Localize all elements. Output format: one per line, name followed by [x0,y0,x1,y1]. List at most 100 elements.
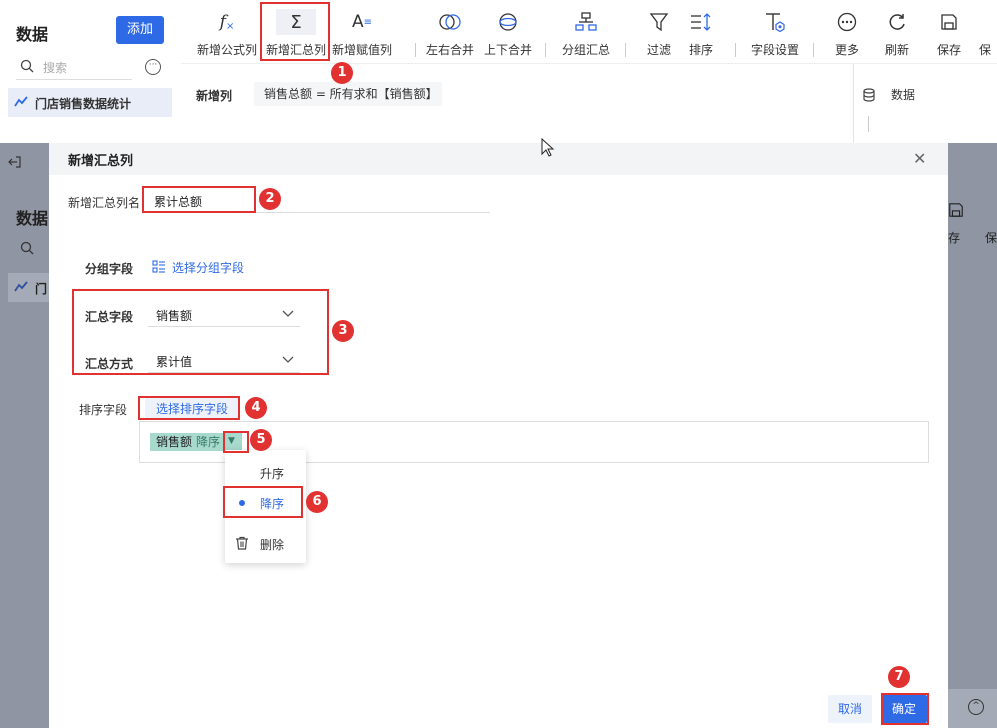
summary-field-value: 销售额 [156,309,193,323]
column-name-value: 累计总额 [154,195,203,209]
overlay-right-panel: 存 保 [948,143,997,728]
right-data-label: 数据 [891,88,916,102]
add-summary-column-button[interactable]: Σ 新增汇总列 [263,0,329,64]
database-icon [863,88,875,102]
more-button[interactable]: 更多 [825,0,869,64]
sort-icon [690,10,712,34]
more-icon [837,10,857,34]
toolbar-divider [415,43,416,57]
save-button[interactable]: 保存 [927,0,971,64]
mouse-cursor-icon [541,138,555,157]
add-formula-column-button[interactable]: f × 新增公式列 [191,0,263,64]
toolbar-label: 排序 [688,43,713,57]
group-summary-icon [575,10,597,34]
toolbar-label: 新增汇总列 [265,43,326,57]
merge-horizontal-icon [438,10,462,34]
dataset-item[interactable]: 门店销售数据统计 [8,88,172,117]
toolbar-label: 分组汇总 [561,43,610,57]
toolbar-divider [545,43,546,57]
trash-icon [236,536,248,550]
step-badge: 4 [245,397,267,419]
group-summary-button[interactable]: 分组汇总 [557,0,615,64]
exit-icon[interactable] [8,155,22,172]
dialog-header: 新增汇总列 ✕ [49,143,948,175]
sort-direction-menu: 升序 降序 删除 [225,450,306,563]
overlay-dataset-item: 门 [8,273,49,302]
confirm-button[interactable]: 确定 [881,695,927,723]
toolbar-label: 左右合并 [425,43,474,57]
panel-title: 数据 [16,25,49,44]
text-caret [868,116,869,132]
step-badge: 3 [332,320,354,342]
dataset-item-label: 门店销售数据统计 [35,97,132,111]
assign-icon: A ≡ [351,12,373,32]
summary-method-label: 汇总方式 [85,357,134,371]
toolbar-divider [735,43,736,57]
overlay-item-label: 门 [35,282,48,296]
filter-button[interactable]: 过滤 [637,0,681,64]
caret-down-icon: ▼ [228,436,235,446]
toolbar: f × 新增公式列 Σ 新增汇总列 A ≡ 新增赋值列 左右合并 上下合并 分组汇总… [181,0,997,64]
summary-field-select[interactable]: 销售额 [148,303,300,327]
save-icon [940,10,958,34]
line-chart-icon [14,96,28,107]
cancel-button[interactable]: 取消 [828,695,872,723]
add-assign-column-button[interactable]: A ≡ 新增赋值列 [329,0,395,64]
menu-item-ascending[interactable]: 升序 [225,458,306,486]
step-badge: 1 [331,62,353,84]
step-badge: 6 [306,491,328,513]
step-badge: 5 [250,429,272,451]
filter-icon [649,10,669,34]
field-settings-icon [764,10,786,34]
search-input[interactable]: 搜索 [16,54,132,80]
merge-horizontal-button[interactable]: 左右合并 [421,0,479,64]
select-group-field-label: 选择分组字段 [172,261,245,275]
toolbar-overflow-item[interactable]: 保 [979,0,997,64]
line-chart-icon [14,281,28,292]
step-badge: 2 [259,188,281,210]
add-summary-column-dialog: 新增汇总列 ✕ 新增汇总列名 累计总额 分组字段 选择分组字段 汇总字段 销售额… [49,143,948,728]
formula-expression: 销售总额 = 所有求和【销售额】 [254,82,442,106]
chevron-down-icon [282,356,294,363]
chevron-down-icon [282,310,294,317]
new-column-label: 新增列 [196,89,233,103]
merge-vertical-button[interactable]: 上下合并 [479,0,537,64]
close-icon[interactable]: ✕ [913,149,926,168]
toolbar-label: 字段设置 [750,43,799,57]
menu-item-label: 降序 [260,497,285,511]
menu-item-label: 删除 [260,538,285,552]
sort-button[interactable]: 排序 [679,0,723,64]
selected-dot-icon [239,500,245,506]
search-icon [20,59,34,73]
sort-tag-field: 销售额 [156,435,193,449]
sigma-icon: Σ [276,9,316,35]
more-options-icon[interactable]: ··· [145,59,161,75]
toolbar-divider [813,43,814,57]
dialog-title: 新增汇总列 [68,154,134,169]
overlay-save-label: 存 [948,231,961,245]
column-name-label: 新增汇总列名 [68,196,141,210]
save-icon [949,203,963,217]
formula-area: 新增列 销售总额 = 所有求和【销售额】 [181,64,853,143]
toolbar-label: 新增赋值列 [331,43,392,57]
toolbar-label: 刷新 [884,43,909,57]
menu-item-descending[interactable]: 降序 [225,488,306,516]
sort-tag[interactable]: 销售额 降序 [150,433,227,451]
right-data-panel: 数据 [853,64,997,143]
overlay-left-panel: 数据 门 [0,143,49,728]
toolbar-label: 保存 [936,43,961,57]
column-name-input[interactable]: 累计总额 [144,189,490,213]
summary-method-select[interactable]: 累计值 [148,349,300,373]
menu-item-delete[interactable]: 删除 [225,529,306,557]
toolbar-label: 上下合并 [483,43,532,57]
refresh-icon [887,10,907,34]
menu-item-label: 升序 [260,467,285,481]
search-placeholder: 搜索 [43,61,68,75]
overlay-bottom-control: ^ [948,689,997,728]
summary-field-label: 汇总字段 [85,310,134,324]
add-button[interactable]: 添加 [116,16,164,44]
sort-direction-dropdown[interactable]: ▼ [224,433,242,451]
select-sort-field-button[interactable]: 选择排序字段 [145,398,239,420]
field-settings-button[interactable]: 字段设置 [745,0,805,64]
refresh-button[interactable]: 刷新 [875,0,919,64]
